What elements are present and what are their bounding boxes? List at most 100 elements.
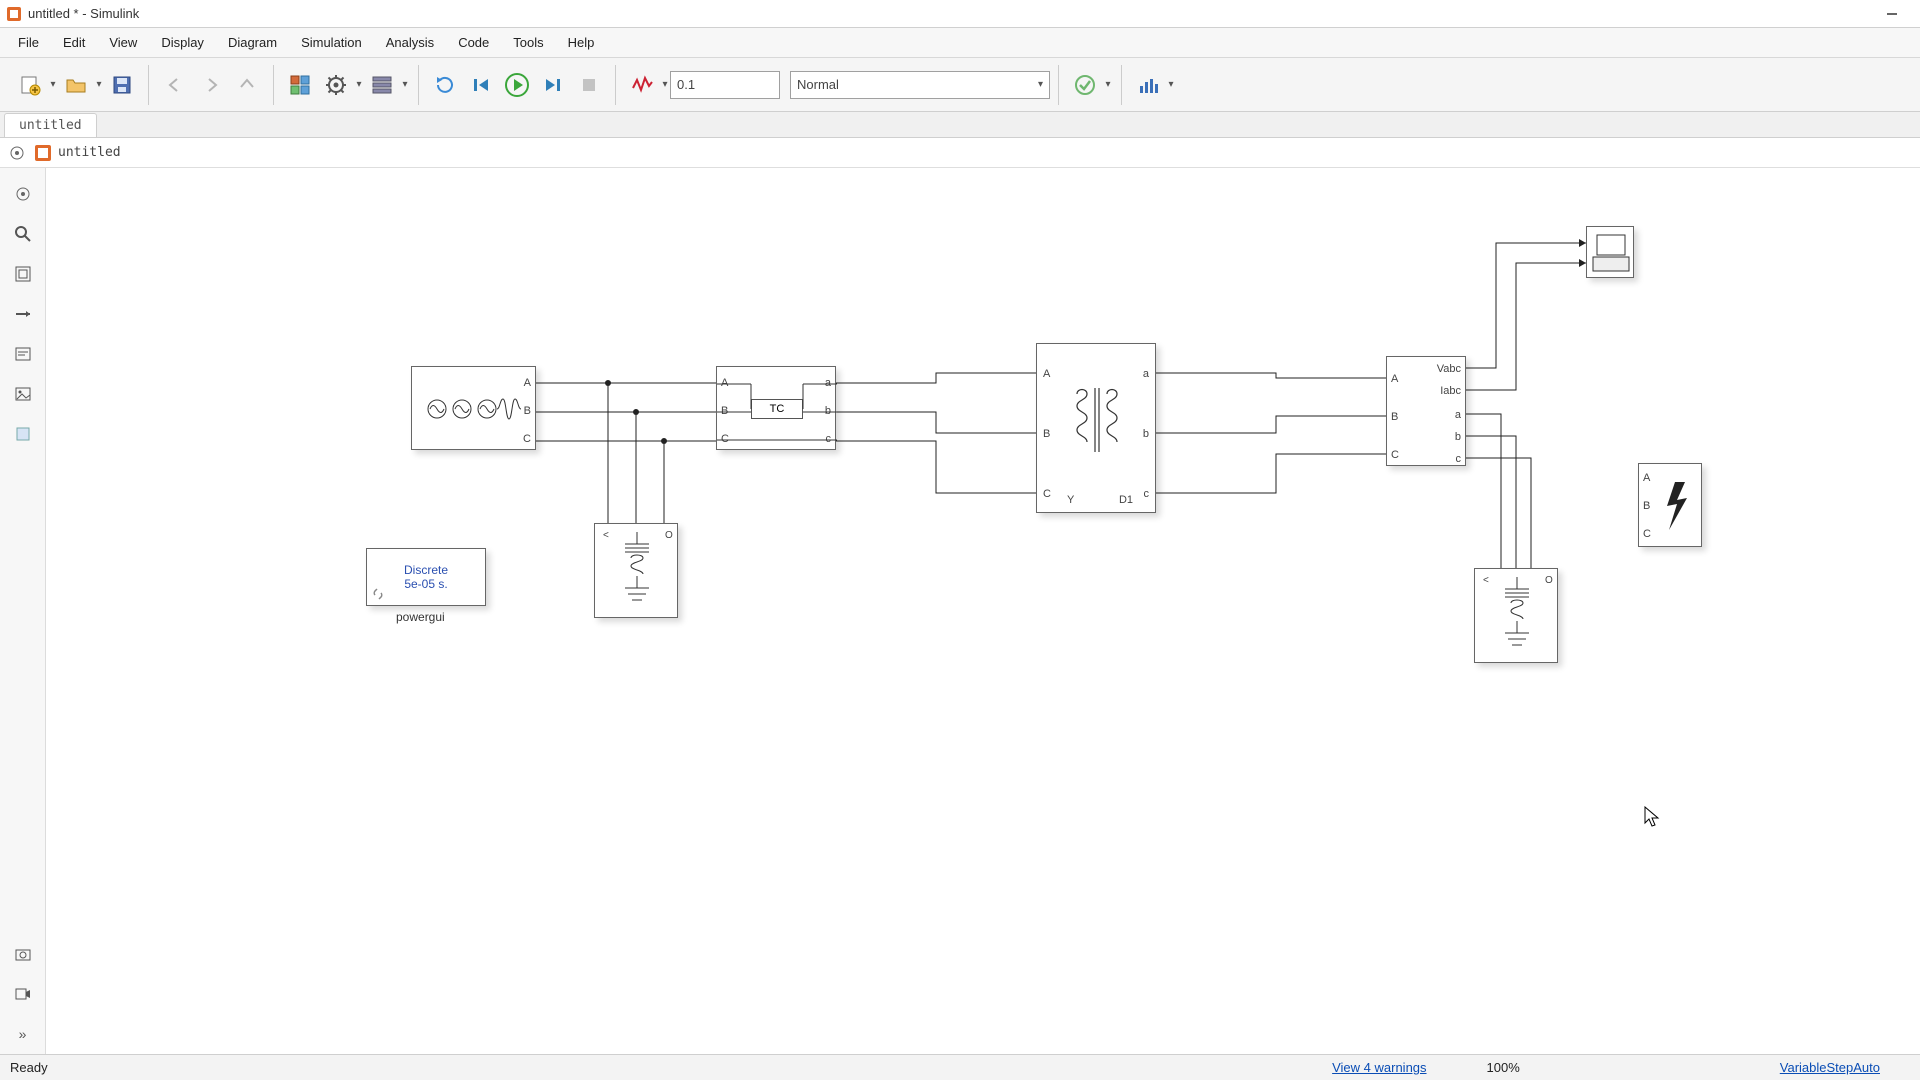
open-button[interactable] — [60, 69, 92, 101]
tabstrip: untitled — [0, 112, 1920, 138]
model-config-dropdown[interactable]: ▾ — [354, 79, 364, 90]
meas-port-Vabc: Vabc — [1437, 363, 1461, 375]
meas-port-B: B — [1391, 411, 1398, 423]
menu-view[interactable]: View — [99, 31, 147, 54]
powergui-line1: Discrete — [404, 563, 448, 577]
meas-port-Iabc: Iabc — [1440, 385, 1461, 397]
forward-button[interactable] — [195, 69, 227, 101]
breadcrumb-model-name[interactable]: untitled — [58, 145, 121, 160]
minimize-button[interactable] — [1870, 0, 1914, 27]
status-ready: Ready — [10, 1060, 48, 1075]
fit-to-view-button[interactable] — [9, 260, 37, 288]
annotations-button[interactable] — [9, 340, 37, 368]
menu-edit[interactable]: Edit — [53, 31, 95, 54]
new-model-button[interactable] — [14, 69, 46, 101]
record-button[interactable] — [9, 980, 37, 1008]
menu-display[interactable]: Display — [151, 31, 214, 54]
meas-port-b-out: b — [1455, 431, 1461, 443]
titlebar: untitled * - Simulink — [0, 0, 1920, 28]
block-three-phase-fault[interactable]: A B C — [1638, 463, 1702, 547]
toggle-sample-time-button[interactable] — [9, 300, 37, 328]
new-model-dropdown[interactable]: ▾ — [48, 79, 58, 90]
expand-sidebar-button[interactable]: » — [9, 1020, 37, 1048]
block-scope[interactable] — [1586, 226, 1634, 278]
data-inspector-button[interactable] — [1132, 69, 1164, 101]
transformer-icon — [1037, 344, 1157, 514]
status-solver-link[interactable]: VariableStepAuto — [1780, 1060, 1880, 1075]
signal-logging-dropdown[interactable]: ▾ — [660, 79, 670, 90]
status-warnings-link[interactable]: View 4 warnings — [1332, 1060, 1426, 1075]
canvas[interactable]: Discrete 5e-05 s. powergui A B C A B C — [46, 168, 1920, 1054]
menu-file[interactable]: File — [8, 31, 49, 54]
statusbar: Ready View 4 warnings 100% VariableStepA… — [0, 1054, 1920, 1080]
hide-show-explorer-button[interactable] — [9, 180, 37, 208]
step-forward-button[interactable] — [537, 69, 569, 101]
step-back-button[interactable] — [465, 69, 497, 101]
model-explorer-button[interactable] — [366, 69, 398, 101]
status-zoom[interactable]: 100% — [1487, 1060, 1520, 1075]
stop-button[interactable] — [573, 69, 605, 101]
build-button[interactable] — [1069, 69, 1101, 101]
image-button[interactable] — [9, 380, 37, 408]
back-button[interactable] — [159, 69, 191, 101]
menu-analysis[interactable]: Analysis — [376, 31, 444, 54]
meas-port-a-out: a — [1455, 409, 1461, 421]
svg-text:<: < — [1483, 575, 1489, 586]
model-config-button[interactable] — [320, 69, 352, 101]
source-port-b-label: B — [524, 405, 531, 417]
nav-history-button[interactable] — [6, 142, 28, 164]
series-comp-wires-icon — [717, 367, 837, 451]
simulink-app-icon — [6, 6, 22, 22]
meas-port-C: C — [1391, 449, 1399, 461]
block-three-phase-source[interactable]: A B C — [411, 366, 536, 450]
model-explorer-dropdown[interactable]: ▾ — [400, 79, 410, 90]
source-port-c-label: C — [523, 433, 531, 445]
scope-icon — [1587, 227, 1635, 279]
source-port-a-label: A — [524, 377, 531, 389]
window-title: untitled * - Simulink — [28, 6, 139, 21]
block-three-phase-transformer[interactable]: A B C a b c Y D1 — [1036, 343, 1156, 513]
meas-port-c-out: c — [1456, 453, 1462, 465]
zoom-fit-button[interactable] — [9, 220, 37, 248]
menu-help[interactable]: Help — [558, 31, 605, 54]
build-dropdown[interactable]: ▾ — [1103, 79, 1113, 90]
menubar: File Edit View Display Diagram Simulatio… — [0, 28, 1920, 58]
meas-port-A: A — [1391, 373, 1398, 385]
save-button[interactable] — [106, 69, 138, 101]
run-button[interactable] — [501, 69, 533, 101]
stop-time-input[interactable] — [670, 71, 780, 99]
main-area: » — [0, 168, 1920, 1054]
simulation-mode-select[interactable]: Normal ▾ — [790, 71, 1050, 99]
block-three-phase-measurement[interactable]: A B C Vabc Iabc a b c — [1386, 356, 1466, 466]
menu-tools[interactable]: Tools — [503, 31, 553, 54]
svg-text:<: < — [603, 530, 609, 541]
breadcrumb-bar: untitled — [0, 138, 1920, 168]
powergui-label: powergui — [396, 610, 445, 624]
library-browser-button[interactable] — [284, 69, 316, 101]
chevron-down-icon: ▾ — [1038, 79, 1043, 90]
signal-logging-button[interactable] — [626, 69, 658, 101]
svg-text:O: O — [665, 530, 673, 541]
canvas-svg — [46, 168, 1920, 1054]
fast-restart-button[interactable] — [429, 69, 461, 101]
tab-untitled[interactable]: untitled — [4, 113, 97, 137]
svg-text:O: O — [1545, 575, 1553, 586]
three-phase-source-icon — [412, 367, 537, 451]
link-icon — [371, 587, 385, 601]
load-icon: < O — [595, 524, 679, 619]
screenshot-button[interactable] — [9, 940, 37, 968]
menu-code[interactable]: Code — [448, 31, 499, 54]
block-three-phase-load-2[interactable]: < O — [1474, 568, 1558, 663]
up-button[interactable] — [231, 69, 263, 101]
block-three-phase-load-1[interactable]: < O — [594, 523, 678, 618]
area-button[interactable] — [9, 420, 37, 448]
fault-icon — [1639, 464, 1703, 548]
block-powergui[interactable]: Discrete 5e-05 s. — [366, 548, 486, 606]
block-series-compensator[interactable]: A B C a b c TC — [716, 366, 836, 450]
menu-diagram[interactable]: Diagram — [218, 31, 287, 54]
open-dropdown[interactable]: ▾ — [94, 79, 104, 90]
load-icon-2: < O — [1475, 569, 1559, 664]
powergui-line2: 5e-05 s. — [404, 577, 447, 591]
data-inspector-dropdown[interactable]: ▾ — [1166, 79, 1176, 90]
menu-simulation[interactable]: Simulation — [291, 31, 372, 54]
